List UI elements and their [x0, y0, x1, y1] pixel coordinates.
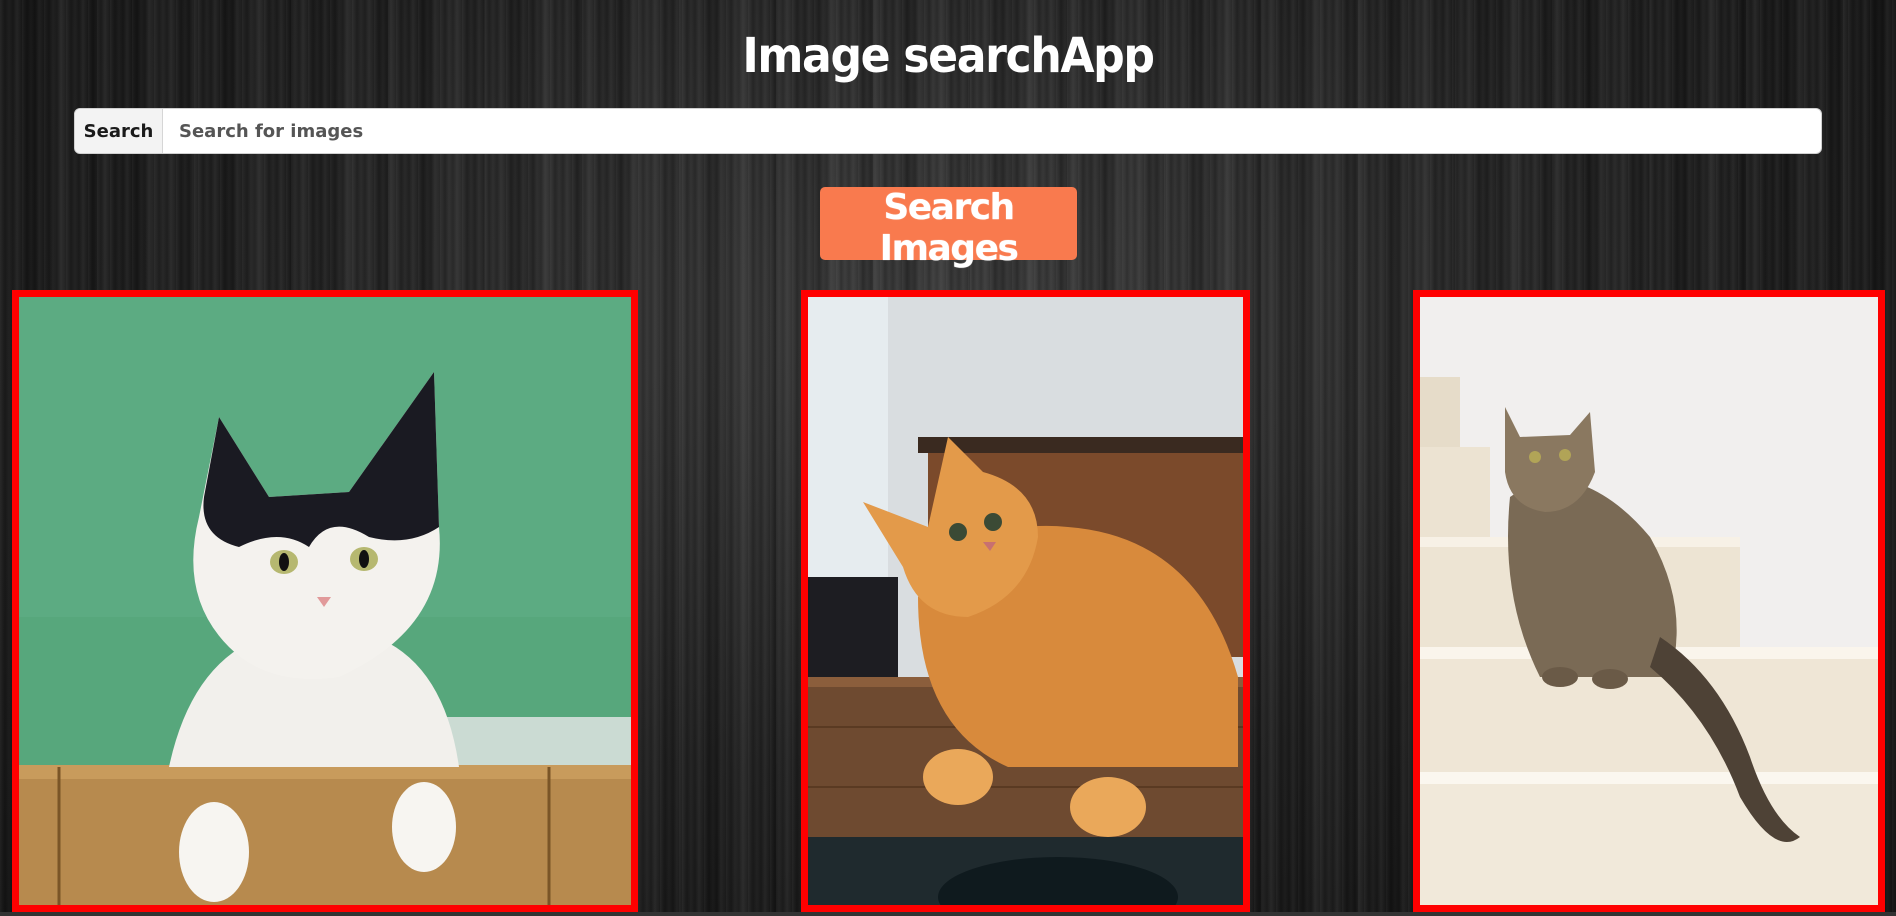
cat-photo-2 — [808, 297, 1243, 905]
app-title: Image searchApp — [742, 28, 1155, 84]
search-images-button[interactable]: Search Images — [820, 187, 1077, 269]
image-result-card[interactable] — [1413, 290, 1885, 912]
cat-photo-3 — [1420, 297, 1878, 905]
page-bottom-edge — [0, 912, 1896, 916]
image-result-card[interactable] — [12, 290, 638, 912]
search-label: Search — [75, 109, 163, 153]
search-input[interactable] — [163, 109, 1821, 153]
image-result-card[interactable] — [801, 290, 1250, 912]
cat-photo-1 — [19, 297, 631, 905]
search-bar: Search — [74, 108, 1822, 154]
